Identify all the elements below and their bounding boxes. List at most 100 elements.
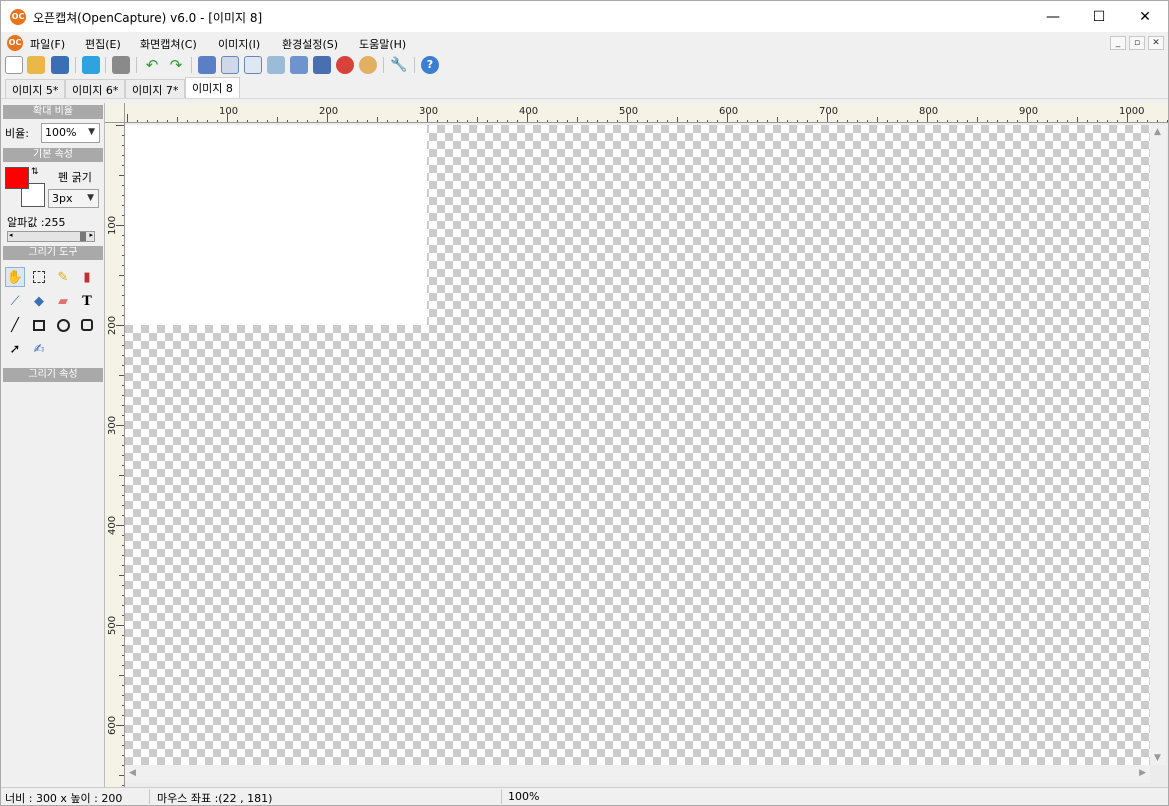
ellipse-icon[interactable]	[53, 315, 73, 335]
menu-help[interactable]: 도움말(H)	[359, 36, 406, 52]
ruler-tick	[177, 117, 178, 122]
marker-icon[interactable]: ▮	[77, 267, 97, 287]
vertical-scrollbar[interactable]: ▲ ▼	[1150, 125, 1166, 765]
capture-window-icon[interactable]	[221, 56, 239, 74]
scroll-right-icon[interactable]: ▶	[1139, 768, 1146, 778]
ruler-tick	[597, 120, 598, 122]
tab-image-6[interactable]: 이미지 6*	[65, 79, 126, 98]
scroll-up-icon[interactable]: ▲	[1154, 127, 1161, 137]
menu-file[interactable]: 파일(F)	[30, 36, 65, 52]
ruler-label: 300	[107, 415, 118, 435]
app-menu-icon[interactable]: OC	[7, 35, 23, 51]
ruler-tick	[847, 120, 848, 122]
new-icon[interactable]	[5, 56, 23, 74]
palette-icon[interactable]	[359, 56, 377, 74]
menu-settings[interactable]: 환경설정(S)	[282, 36, 338, 52]
ruler-tick	[127, 114, 128, 122]
undo-icon[interactable]: ↶	[143, 56, 161, 74]
ruler-tick	[387, 120, 388, 122]
capture-region-icon[interactable]	[244, 56, 262, 74]
tab-image-5[interactable]: 이미지 5*	[5, 79, 66, 98]
ruler-tick	[122, 785, 124, 786]
text-icon[interactable]: T	[77, 291, 97, 311]
pen-width-select[interactable]: 3px ▼	[48, 189, 99, 208]
ruler-tick	[122, 635, 124, 636]
mdi-close-button[interactable]: ✕	[1148, 36, 1164, 50]
menu-capture[interactable]: 화면캡쳐(C)	[140, 36, 197, 52]
ruler-tick	[122, 485, 124, 486]
horizontal-scrollbar[interactable]: ◀ ▶	[125, 765, 1150, 783]
ruler-tick	[122, 515, 124, 516]
menu-edit[interactable]: 편집(E)	[85, 36, 121, 52]
ruler-tick	[122, 355, 124, 356]
pencil-icon[interactable]: ✎	[53, 267, 73, 287]
slider-thumb[interactable]	[80, 232, 86, 241]
minimize-button[interactable]: —	[1030, 1, 1076, 32]
tab-image-8[interactable]: 이미지 8	[185, 77, 240, 98]
maximize-button[interactable]: ☐	[1076, 1, 1122, 32]
ruler-tick	[707, 120, 708, 122]
ruler-tick	[437, 120, 438, 122]
menu-image[interactable]: 이미지(I)	[218, 36, 260, 52]
slider-right-arrow-icon[interactable]: ▸	[89, 231, 93, 239]
basic-section-header: 기본 속성	[3, 148, 103, 162]
color-icon[interactable]	[336, 56, 354, 74]
note-icon[interactable]: ✍	[29, 339, 49, 359]
ruler-tick	[122, 705, 124, 706]
ruler-tick	[947, 120, 948, 122]
ruler-tick	[122, 205, 124, 206]
arrow-icon[interactable]: ➚	[5, 339, 25, 359]
slider-left-arrow-icon[interactable]: ◂	[9, 231, 13, 239]
alpha-slider[interactable]: ◂ ▸	[7, 231, 95, 242]
fill-bucket-icon[interactable]: ◆	[29, 291, 49, 311]
line-icon[interactable]: ╱	[5, 315, 25, 335]
effects-icon[interactable]	[313, 56, 331, 74]
ruler-tick	[757, 120, 758, 122]
capture-fixed-icon[interactable]	[290, 56, 308, 74]
ruler-tick	[122, 615, 124, 616]
rounded-rect-icon[interactable]	[77, 315, 97, 335]
ruler-tick	[657, 120, 658, 122]
capture-scroll-icon[interactable]	[267, 56, 285, 74]
image-canvas[interactable]	[125, 125, 427, 325]
mdi-restore-button[interactable]: ▫	[1129, 36, 1145, 50]
ruler-tick	[677, 117, 678, 122]
redo-icon[interactable]: ↷	[167, 56, 185, 74]
ruler-tick	[122, 565, 124, 566]
print-icon[interactable]	[112, 56, 130, 74]
ruler-tick	[257, 120, 258, 122]
foreground-color-swatch[interactable]	[5, 167, 29, 189]
ruler-tick	[997, 120, 998, 122]
save-icon[interactable]	[51, 56, 69, 74]
open-icon[interactable]	[27, 56, 45, 74]
hand-icon[interactable]: ✋	[5, 267, 25, 287]
eraser-icon[interactable]: ▰	[53, 291, 73, 311]
settings-wrench-icon[interactable]: 🔧	[390, 56, 408, 74]
close-button[interactable]: ✕	[1122, 1, 1168, 32]
ruler-tick	[1107, 120, 1108, 122]
tab-image-7[interactable]: 이미지 7*	[125, 79, 186, 98]
rectangle-icon[interactable]	[29, 315, 49, 335]
ruler-label: 200	[319, 106, 339, 117]
ruler-tick	[122, 495, 124, 496]
ruler-tick	[297, 120, 298, 122]
ruler-tick	[247, 120, 248, 122]
select-rect-icon[interactable]	[29, 267, 49, 287]
swap-colors-icon[interactable]: ⇅	[31, 167, 39, 177]
ruler-tick	[917, 120, 918, 122]
mdi-minimize-button[interactable]: _	[1110, 36, 1126, 50]
ruler-label: 700	[819, 106, 839, 117]
zoom-select[interactable]: 100% ▼	[41, 123, 100, 143]
help-icon[interactable]: ?	[421, 56, 439, 74]
scroll-down-icon[interactable]: ▼	[1154, 753, 1161, 763]
chevron-down-icon: ▼	[88, 127, 95, 137]
ruler-tick	[122, 695, 124, 696]
ruler-label: 400	[107, 515, 118, 535]
ruler-tick	[277, 117, 278, 122]
eyedropper-icon[interactable]: ⟋	[5, 291, 25, 311]
ruler-tick	[337, 120, 338, 122]
twitter-icon[interactable]	[82, 56, 100, 74]
scroll-left-icon[interactable]: ◀	[129, 768, 136, 778]
capture-full-icon[interactable]	[198, 56, 216, 74]
ruler-tick	[187, 120, 188, 122]
